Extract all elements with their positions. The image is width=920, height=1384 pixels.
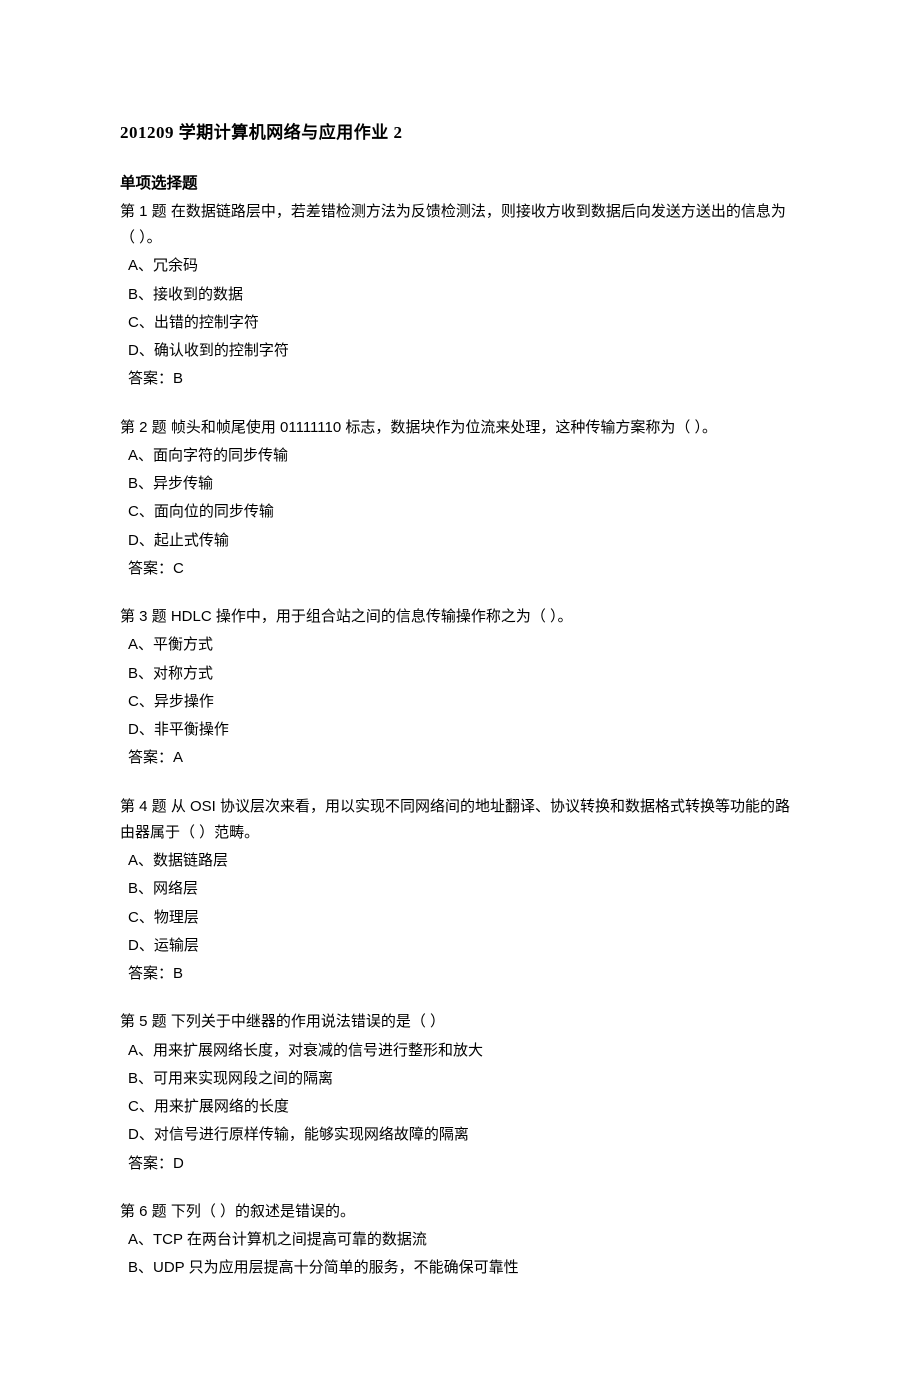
- question-block: 第 1 题 在数据链路层中，若差错检测方法为反馈检测法，则接收方收到数据后向发送…: [120, 199, 800, 393]
- question-text: 第 1 题 在数据链路层中，若差错检测方法为反馈检测法，则接收方收到数据后向发送…: [120, 199, 800, 252]
- option-c: C、异步操作: [128, 689, 800, 715]
- option-b: B、网络层: [128, 876, 800, 902]
- question-text: 第 3 题 HDLC 操作中，用于组合站之间的信息传输操作称之为（ ）。: [120, 604, 800, 630]
- question-block: 第 5 题 下列关于中继器的作用说法错误的是（ ） A、用来扩展网络长度，对衰减…: [120, 1009, 800, 1177]
- option-a: A、平衡方式: [128, 632, 800, 658]
- answer-text: 答案：D: [128, 1151, 800, 1177]
- question-text: 第 4 题 从 OSI 协议层次来看，用以实现不同网络间的地址翻译、协议转换和数…: [120, 794, 800, 847]
- question-block: 第 6 题 下列（ ）的叙述是错误的。 A、TCP 在两台计算机之间提高可靠的数…: [120, 1199, 800, 1282]
- option-b: B、UDP 只为应用层提高十分简单的服务，不能确保可靠性: [128, 1255, 800, 1281]
- option-a: A、用来扩展网络长度，对衰减的信号进行整形和放大: [128, 1038, 800, 1064]
- option-a: A、面向字符的同步传输: [128, 443, 800, 469]
- section-heading: 单项选择题: [120, 170, 800, 197]
- option-d: D、非平衡操作: [128, 717, 800, 743]
- option-d: D、起止式传输: [128, 528, 800, 554]
- option-a: A、数据链路层: [128, 848, 800, 874]
- option-b: B、异步传输: [128, 471, 800, 497]
- question-block: 第 4 题 从 OSI 协议层次来看，用以实现不同网络间的地址翻译、协议转换和数…: [120, 794, 800, 988]
- question-text: 第 2 题 帧头和帧尾使用 01111110 标志，数据块作为位流来处理，这种传…: [120, 415, 800, 441]
- answer-text: 答案：A: [128, 745, 800, 771]
- option-d: D、对信号进行原样传输，能够实现网络故障的隔离: [128, 1122, 800, 1148]
- answer-text: 答案：B: [128, 961, 800, 987]
- answer-text: 答案：B: [128, 366, 800, 392]
- option-d: D、运输层: [128, 933, 800, 959]
- question-text: 第 5 题 下列关于中继器的作用说法错误的是（ ）: [120, 1009, 800, 1035]
- option-b: B、接收到的数据: [128, 282, 800, 308]
- option-a: A、冗余码: [128, 253, 800, 279]
- option-c: C、出错的控制字符: [128, 310, 800, 336]
- option-d: D、确认收到的控制字符: [128, 338, 800, 364]
- option-c: C、面向位的同步传输: [128, 499, 800, 525]
- option-b: B、对称方式: [128, 661, 800, 687]
- question-text: 第 6 题 下列（ ）的叙述是错误的。: [120, 1199, 800, 1225]
- document-title: 201209 学期计算机网络与应用作业 2: [120, 118, 800, 148]
- question-block: 第 2 题 帧头和帧尾使用 01111110 标志，数据块作为位流来处理，这种传…: [120, 415, 800, 583]
- page: 201209 学期计算机网络与应用作业 2 单项选择题 第 1 题 在数据链路层…: [0, 0, 920, 1384]
- option-b: B、可用来实现网段之间的隔离: [128, 1066, 800, 1092]
- question-block: 第 3 题 HDLC 操作中，用于组合站之间的信息传输操作称之为（ ）。 A、平…: [120, 604, 800, 772]
- option-c: C、用来扩展网络的长度: [128, 1094, 800, 1120]
- option-c: C、物理层: [128, 905, 800, 931]
- answer-text: 答案：C: [128, 556, 800, 582]
- option-a: A、TCP 在两台计算机之间提高可靠的数据流: [128, 1227, 800, 1253]
